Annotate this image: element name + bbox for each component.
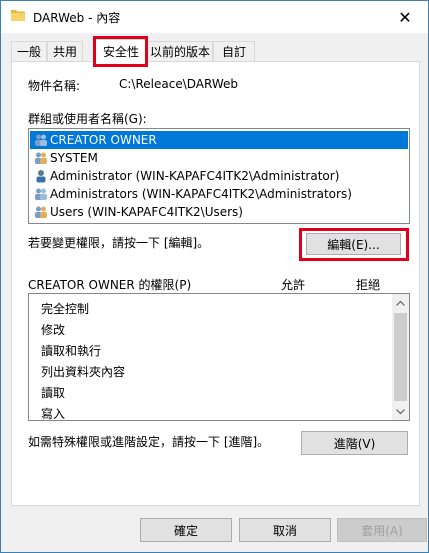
scroll-up-icon[interactable] bbox=[392, 294, 409, 311]
scroll-thumb[interactable] bbox=[394, 313, 407, 401]
folder-icon bbox=[11, 9, 25, 21]
list-item-system[interactable]: SYSTEM bbox=[30, 149, 408, 167]
tab-previous-versions[interactable]: 以前的版本 bbox=[147, 41, 213, 61]
group-users-icon bbox=[34, 205, 48, 219]
list-item-creator-owner[interactable]: CREATOR OWNER bbox=[30, 131, 408, 149]
list-item-label: Users (WIN-KAPAFC4ITK2\Users) bbox=[50, 205, 243, 219]
permissions-list[interactable]: 完全控制 修改 讀取和執行 列出資料夾內容 讀取 寫入 bbox=[28, 293, 410, 421]
close-button[interactable]: ✕ bbox=[382, 1, 428, 33]
advanced-button[interactable]: 進階(V) bbox=[301, 431, 408, 455]
permissions-scrollbar[interactable] bbox=[392, 294, 409, 420]
close-icon: ✕ bbox=[398, 7, 412, 27]
allow-column-header: 允許 bbox=[281, 278, 306, 292]
group-users-icon bbox=[34, 151, 48, 165]
group-users-icon bbox=[34, 187, 48, 201]
tab-sharing[interactable]: 共用 bbox=[47, 41, 83, 61]
list-item-administrator[interactable]: Administrator (WIN-KAPAFC4ITK2\Administr… bbox=[30, 167, 408, 185]
apply-button[interactable]: 套用(A) bbox=[337, 518, 427, 542]
tab-strip: 一般 共用 安全性 以前的版本 自訂 bbox=[11, 39, 421, 62]
list-item-label: CREATOR OWNER bbox=[50, 133, 157, 147]
group-users-icon bbox=[34, 133, 48, 147]
object-name-label: 物件名稱: bbox=[28, 79, 81, 93]
permission-full-control: 完全控制 bbox=[41, 302, 90, 316]
ok-button[interactable]: 確定 bbox=[140, 518, 232, 542]
deny-column-header: 拒絕 bbox=[356, 278, 381, 292]
properties-dialog: DARWeb - 內容 ✕ 一般 共用 安全性 以前的版本 自訂 物件名稱: C… bbox=[0, 0, 429, 553]
window-title: DARWeb - 內容 bbox=[33, 11, 121, 25]
list-item-administrators[interactable]: Administrators (WIN-KAPAFC4ITK2\Administ… bbox=[30, 185, 408, 203]
list-item-label: Administrators (WIN-KAPAFC4ITK2\Administ… bbox=[50, 187, 352, 201]
edit-hint: 若要變更權限，請按一下 [編輯]。 bbox=[28, 236, 210, 250]
single-user-icon bbox=[34, 169, 48, 183]
edit-button-highlight bbox=[299, 228, 409, 261]
title-bar: DARWeb - 內容 ✕ bbox=[1, 1, 428, 33]
permission-read-execute: 讀取和執行 bbox=[41, 344, 102, 358]
groups-label: 群組或使用者名稱(G): bbox=[28, 112, 147, 126]
advanced-hint: 如需特殊權限或進階設定，請按一下 [進階]。 bbox=[28, 435, 270, 449]
tab-customize[interactable]: 自訂 bbox=[213, 41, 255, 61]
permission-write: 寫入 bbox=[41, 407, 66, 421]
security-tab-highlight bbox=[93, 36, 148, 67]
permission-modify: 修改 bbox=[41, 323, 66, 337]
groups-listbox[interactable]: CREATOR OWNER SYSTEM Administrator (WIN-… bbox=[28, 128, 410, 224]
list-item-users[interactable]: Users (WIN-KAPAFC4ITK2\Users) bbox=[30, 203, 408, 221]
cancel-button[interactable]: 取消 bbox=[239, 518, 331, 542]
object-name-value: C:\Releace\DARWeb bbox=[119, 77, 238, 91]
permissions-header: CREATOR OWNER 的權限(P) bbox=[28, 278, 192, 292]
scroll-down-icon[interactable] bbox=[392, 403, 409, 420]
list-item-label: Administrator (WIN-KAPAFC4ITK2\Administr… bbox=[50, 169, 340, 183]
permission-read: 讀取 bbox=[41, 386, 66, 400]
tab-general[interactable]: 一般 bbox=[11, 41, 47, 61]
list-item-label: SYSTEM bbox=[50, 151, 98, 165]
permission-list-folder: 列出資料夾內容 bbox=[41, 365, 126, 379]
